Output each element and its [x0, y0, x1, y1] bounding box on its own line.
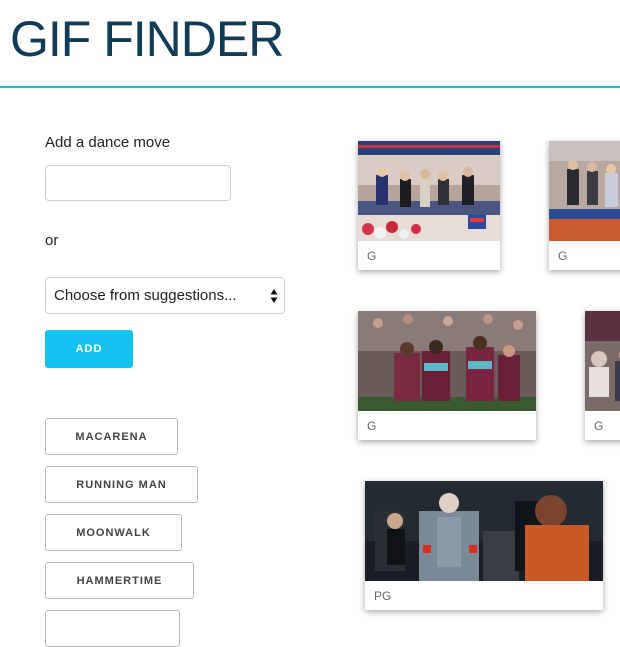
gif-image — [549, 141, 620, 241]
move-button-macarena[interactable]: MACARENA — [45, 418, 178, 455]
suggestions-select[interactable]: Choose from suggestions... — [45, 277, 285, 314]
gif-card[interactable]: G — [358, 141, 500, 270]
gif-image — [585, 311, 620, 411]
gif-rating: G — [558, 249, 568, 263]
select-value: Choose from suggestions... — [54, 287, 237, 304]
gif-image — [358, 141, 500, 241]
add-move-label: Add a dance move — [45, 134, 171, 151]
gif-rating: G — [367, 249, 377, 263]
gif-card[interactable]: PG — [365, 481, 603, 610]
or-label: or — [45, 232, 59, 249]
gif-card[interactable]: G — [549, 141, 620, 270]
gif-image — [365, 481, 603, 581]
dance-move-input[interactable] — [45, 165, 231, 201]
move-button-partial[interactable] — [45, 610, 180, 647]
gif-rating: G — [594, 419, 604, 433]
move-button-hammertime[interactable]: HAMMERTIME — [45, 562, 194, 599]
gif-rating: G — [367, 419, 377, 433]
move-button-moonwalk[interactable]: MOONWALK — [45, 514, 182, 551]
gif-card[interactable]: G — [585, 311, 620, 440]
app-title: GIF FINDER — [10, 11, 284, 67]
add-button[interactable]: ADD — [45, 330, 133, 368]
gif-image — [358, 311, 536, 411]
move-button-running-man[interactable]: RUNNING MAN — [45, 466, 198, 503]
gif-rating: PG — [374, 589, 392, 603]
header-divider — [0, 86, 620, 88]
up-down-arrows-icon — [270, 289, 278, 303]
gif-card[interactable]: G — [358, 311, 536, 440]
